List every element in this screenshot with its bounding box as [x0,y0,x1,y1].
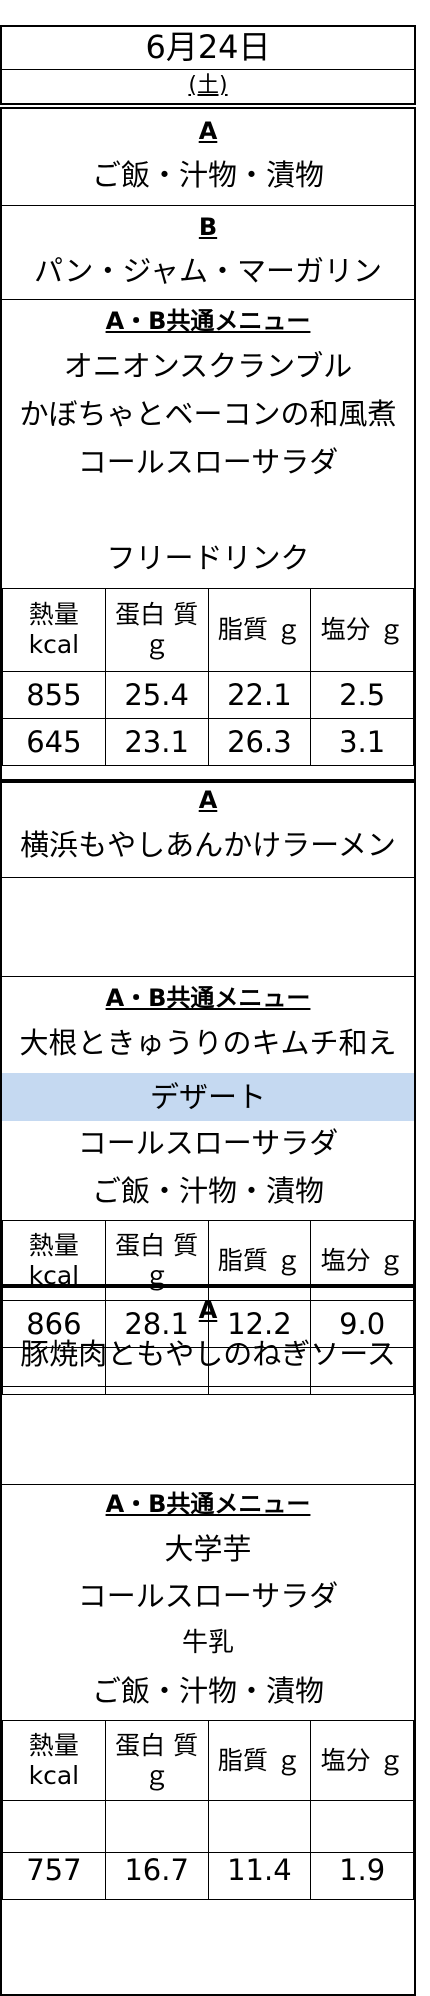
common-menu-label: A・B共通メニュー [105,984,311,1012]
weekday: (土) [188,73,228,98]
common-item: ご飯・汁物・漬物 [91,1174,324,1208]
nutrition-table: 熱量 kcal 蛋白 質ｇ 脂質 ｇ 塩分 ｇ 855 25.4 22.1 2.… [2,588,414,766]
empty-cell [104,1800,209,1853]
header-energy: 熱量 kcal [2,1720,106,1801]
drink: フリードリンク [106,541,310,575]
empty-cell [310,1800,414,1853]
menu-b-item: パン・ジャム・マーガリン [33,254,382,288]
common-item: 大根ときゅうりのキムチ和え [19,1026,397,1060]
common-item: コールスローサラダ [77,445,339,479]
protein-value: 23.1 [104,718,209,766]
menu-a-label: A [198,117,218,145]
header-fat: 脂質 ｇ [207,588,312,672]
menu-a-item: 豚焼肉ともやしのねぎソース [20,1337,396,1371]
energy-value: 855 [2,671,106,719]
meal-section-1: A ご飯・汁物・漬物 B パン・ジャム・マーガリン A・B共通メニュー オニオン… [0,107,416,781]
common-item: 大学芋 [164,1532,252,1566]
header-protein: 蛋白 質ｇ [104,1720,209,1801]
common-item: コールスローサラダ [77,1126,339,1160]
common-item: かぼちゃとベーコンの和風煮 [19,397,397,431]
header-energy: 熱量 kcal [2,588,106,672]
menu-a-label: A [198,1296,218,1324]
protein-value: 16.7 [104,1852,209,1900]
dessert-label: デザート [2,1073,414,1121]
meal-section-3: A 豚焼肉ともやしのねぎソース A・B共通メニュー 大学芋 コールスローサラダ … [0,1286,416,1996]
menu-b-label: B [198,213,218,241]
meal-section-2: A 横浜もやしあんかけラーメン A・B共通メニュー 大根ときゅうりのキムチ和え … [0,781,416,1395]
salt-value: 1.9 [310,1852,414,1900]
common-menu-label: A・B共通メニュー [105,1490,311,1518]
common-item: オニオンスクランブル [63,349,353,383]
date: 6月24日 [145,28,271,66]
menu-a-label: A [198,786,218,814]
energy-value: 757 [2,1852,106,1900]
empty-cell [207,1800,312,1853]
common-item: ご飯・汁物・漬物 [91,1674,324,1708]
menu-sheet: 6月24日 (土) A ご飯・汁物・漬物 B パン・ジャム・マーガリン A・B共… [0,0,420,1996]
fat-value: 11.4 [207,1852,312,1900]
energy-value: 645 [2,718,106,766]
fat-value: 26.3 [207,718,312,766]
nutrition-table: 熱量 kcal 蛋白 質ｇ 脂質 ｇ 塩分 ｇ 757 16.7 11.4 1.… [2,1720,414,1900]
common-menu-label: A・B共通メニュー [105,307,311,335]
header-salt: 塩分 ｇ [310,1720,414,1801]
header-salt: 塩分 ｇ [310,588,414,672]
fat-value: 22.1 [207,671,312,719]
menu-a-item: ご飯・汁物・漬物 [91,158,324,192]
salt-value: 2.5 [310,671,414,719]
header-fat: 脂質 ｇ [207,1720,312,1801]
salt-value: 3.1 [310,718,414,766]
empty-cell [2,1800,106,1853]
common-item: コールスローサラダ [77,1579,339,1613]
menu-a-item: 横浜もやしあんかけラーメン [20,828,396,862]
protein-value: 25.4 [104,671,209,719]
header-protein: 蛋白 質ｇ [104,588,209,672]
common-item: 牛乳 [181,1628,234,1658]
date-header: 6月24日 (土) [0,25,416,105]
